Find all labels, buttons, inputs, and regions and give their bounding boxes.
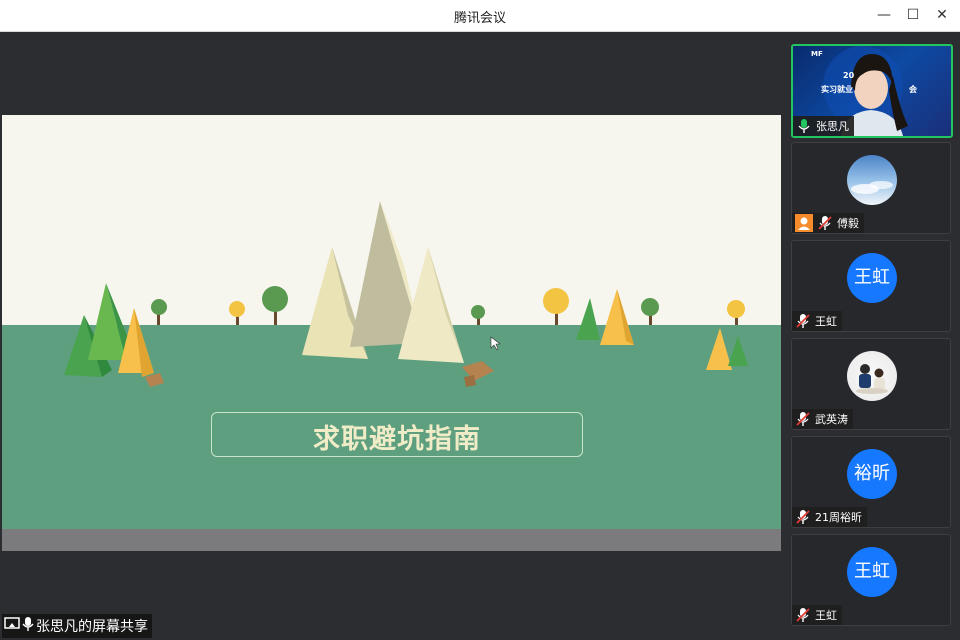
microphone-muted-icon bbox=[817, 215, 833, 231]
participant-name-tag: 王虹 bbox=[792, 311, 842, 331]
participant-name-tag: 傅毅 bbox=[792, 213, 864, 233]
slide-illustration bbox=[2, 115, 781, 529]
participant-name: 21周裕昕 bbox=[815, 511, 862, 524]
participant-name-tag: 21周裕昕 bbox=[792, 507, 867, 527]
screen-share-owner: 张思凡的屏幕共享 bbox=[36, 619, 148, 635]
slide-title-box: 求职避坑指南 bbox=[211, 412, 583, 457]
microphone-muted-icon bbox=[795, 509, 811, 525]
participant-tile[interactable]: 王虹 王虹 bbox=[791, 534, 951, 626]
shared-slide: 求职避坑指南 bbox=[2, 115, 781, 529]
participant-tile[interactable]: 武英涛 bbox=[791, 338, 951, 430]
participant-tile[interactable]: 傅毅 bbox=[791, 142, 951, 234]
maximize-button[interactable]: ☐ bbox=[902, 5, 924, 25]
participant-name-tag: 王虹 bbox=[792, 605, 842, 625]
close-button[interactable]: ✕ bbox=[931, 5, 953, 25]
participant-avatar bbox=[847, 351, 897, 401]
participant-sidebar: MF 20 实习就业 会 张思凡 傅毅 王虹 王虹 武英涛 裕昕 21周裕昕 王… bbox=[782, 32, 960, 640]
participant-avatar bbox=[847, 155, 897, 205]
participant-name: 王虹 bbox=[815, 609, 837, 622]
microphone-muted-icon bbox=[795, 313, 811, 329]
microphone-muted-icon bbox=[795, 607, 811, 623]
screen-share-icon bbox=[4, 617, 20, 635]
title-bar: 腾讯会议 — ☐ ✕ bbox=[0, 0, 960, 32]
participant-name-tag: 张思凡 bbox=[793, 116, 854, 136]
participant-tile[interactable]: MF 20 实习就业 会 张思凡 bbox=[791, 44, 953, 138]
participant-avatar: 裕昕 bbox=[847, 449, 897, 499]
shared-screen-area[interactable]: 求职避坑指南 bbox=[2, 32, 781, 638]
slide-bottom-strip bbox=[2, 529, 781, 551]
participant-name: 傅毅 bbox=[837, 217, 859, 230]
participant-tile[interactable]: 王虹 王虹 bbox=[791, 240, 951, 332]
participant-tile[interactable]: 裕昕 21周裕昕 bbox=[791, 436, 951, 528]
banner-text-4: 会 bbox=[909, 85, 917, 94]
participant-name: 张思凡 bbox=[816, 120, 849, 133]
participant-name: 武英涛 bbox=[815, 413, 848, 426]
slide-title: 求职避坑指南 bbox=[313, 424, 481, 455]
minimize-button[interactable]: — bbox=[873, 5, 895, 25]
banner-text-2: 20 bbox=[843, 71, 855, 80]
microphone-icon bbox=[22, 616, 34, 636]
participant-avatar: 王虹 bbox=[847, 253, 897, 303]
person-icon bbox=[795, 214, 813, 232]
microphone-on-icon bbox=[796, 118, 812, 134]
banner-text-1: MF bbox=[811, 50, 823, 58]
participant-name-tag: 武英涛 bbox=[792, 409, 853, 429]
banner-text-3: 实习就业 bbox=[821, 85, 853, 94]
microphone-muted-icon bbox=[795, 411, 811, 427]
screen-share-label: 张思凡的屏幕共享 bbox=[2, 614, 152, 638]
participant-name: 王虹 bbox=[815, 315, 837, 328]
participant-avatar: 王虹 bbox=[847, 547, 897, 597]
window-title: 腾讯会议 bbox=[453, 11, 506, 26]
